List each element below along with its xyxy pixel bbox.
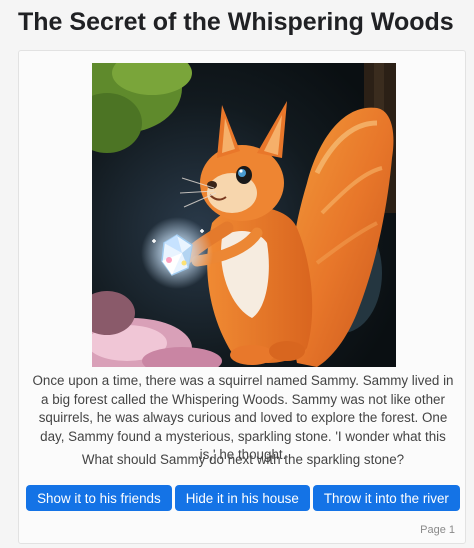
choice-button-group: Show it to his friends Hide it in his ho… [19, 485, 467, 511]
choice-button-show-friends[interactable]: Show it to his friends [26, 485, 172, 511]
choice-button-throw-river[interactable]: Throw it into the river [312, 485, 460, 511]
story-card: Once upon a time, there was a squirrel n… [18, 50, 466, 544]
page-number: Page 1 [420, 524, 455, 536]
page-title: The Secret of the Whispering Woods [18, 8, 454, 36]
story-question: What should Sammy do next with the spark… [81, 452, 405, 467]
choice-button-hide-house[interactable]: Hide it in his house [174, 485, 310, 511]
story-page: The Secret of the Whispering Woods Once … [0, 0, 474, 548]
story-illustration [92, 63, 396, 367]
